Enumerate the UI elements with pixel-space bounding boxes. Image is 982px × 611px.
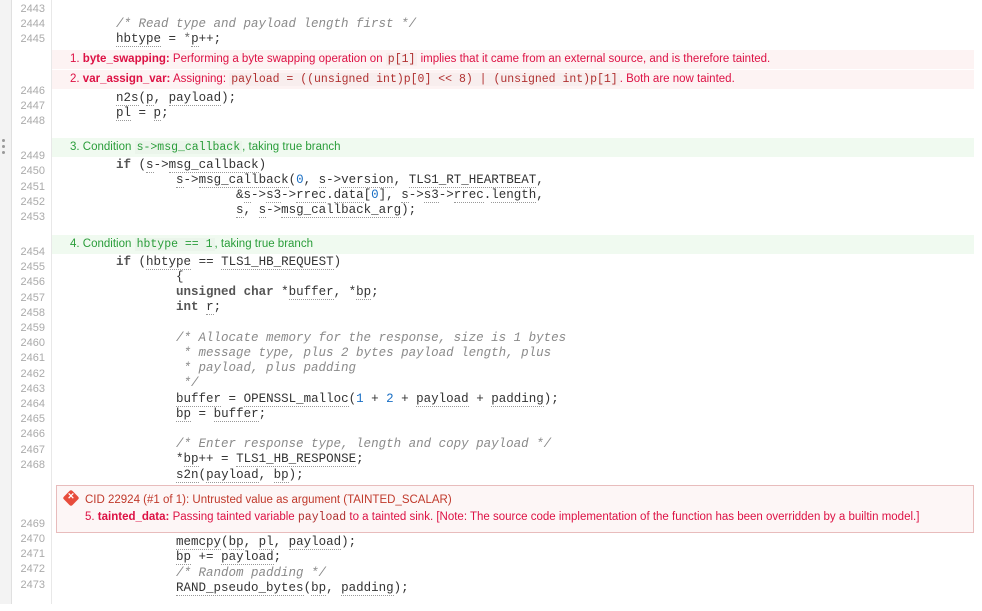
line-number[interactable]: 2444 [12,17,51,32]
annotation-group: 1. byte_swapping: Performing a byte swap… [52,50,974,89]
code-line[interactable]: memcpy(bp, pl, payload); [52,535,982,550]
code-line[interactable]: /* Allocate memory for the response, siz… [52,331,982,346]
annotation-tainted[interactable]: 2. var_assign_var: Assigning: payload = … [52,70,974,89]
code-line[interactable] [52,596,982,611]
code-line[interactable] [52,316,982,331]
line-number[interactable]: 2471 [12,547,51,562]
code-line[interactable] [52,121,982,136]
line-number[interactable]: 2445 [12,32,51,47]
annotation-tainted[interactable]: 1. byte_swapping: Performing a byte swap… [52,50,974,69]
line-number[interactable]: 2451 [12,180,51,195]
annotation-branch[interactable]: 4. Condition hbtype == 1, taking true br… [52,235,974,254]
line-number-column: 2443 2444 2445 2446 2447 2448 2449 2450 … [12,0,52,604]
line-number[interactable]: 2456 [12,275,51,290]
line-number[interactable]: 2466 [12,427,51,442]
code-line[interactable]: buffer = OPENSSL_malloc(1 + 2 + payload … [52,392,982,407]
line-number[interactable]: 2461 [12,351,51,366]
defect-icon [63,489,80,506]
line-number[interactable]: 2458 [12,306,51,321]
line-number[interactable]: 2465 [12,412,51,427]
code-line[interactable]: /* Read type and payload length first */… [52,17,982,32]
annotation-branch[interactable]: 3. Condition s->msg_callback, taking tru… [52,138,974,157]
line-number[interactable]: 2443 [12,2,51,17]
code-line[interactable] [52,422,982,437]
line-number[interactable]: 2453 [12,210,51,225]
line-number[interactable]: 2469 [12,517,51,532]
line-number[interactable]: 2460 [12,336,51,351]
code-viewer: 2443 2444 2445 2446 2447 2448 2449 2450 … [0,0,982,604]
line-number[interactable]: 2467 [12,443,51,458]
line-number[interactable]: 2447 [12,99,51,114]
code-line[interactable] [52,2,982,17]
line-number[interactable]: 2455 [12,260,51,275]
line-number[interactable]: 2448 [12,114,51,129]
line-number[interactable]: 2459 [12,321,51,336]
code-line[interactable]: int r; [52,300,982,315]
left-gutter [0,0,12,604]
code-line[interactable]: &s->s3->rrec.data[0], s->s3->rrec.length… [52,188,982,203]
code-line[interactable]: RAND_pseudo_bytes(bp, padding); [52,581,982,596]
line-number[interactable]: 2449 [12,149,51,164]
drag-handle-icon[interactable] [2,139,5,154]
code-line[interactable]: /* Random padding */ [52,566,982,581]
code-line[interactable]: *bp++ = TLS1_HB_RESPONSE; [52,452,982,467]
code-line[interactable]: bp += payload; [52,550,982,565]
code-line[interactable]: s, s->msg_callback_arg); [52,203,982,218]
code-line[interactable]: pl = p; [52,106,982,121]
code-line[interactable]: if (s->msg_callback) [52,158,982,173]
line-number[interactable]: 2457 [12,291,51,306]
code-line[interactable]: /* Enter response type, length and copy … [52,437,982,452]
line-number[interactable]: 2463 [12,382,51,397]
code-line[interactable]: bp = buffer; [52,407,982,422]
code-line[interactable]: unsigned char *buffer, *bp; [52,285,982,300]
line-number[interactable]: 2452 [12,195,51,210]
line-number[interactable]: 2454 [12,245,51,260]
defect-box[interactable]: CID 22924 (#1 of 1): Untrusted value as … [56,485,974,534]
code-line[interactable] [52,218,982,233]
code-line[interactable]: hbtype = *p++; [52,32,982,47]
code-line[interactable]: * payload, plus padding [52,361,982,376]
line-number[interactable]: 2473 [12,578,51,593]
code-line[interactable]: if (hbtype == TLS1_HB_REQUEST) [52,255,982,270]
code-line[interactable]: */ [52,376,982,391]
code-line[interactable]: s->msg_callback(0, s->version, TLS1_RT_H… [52,173,982,188]
code-line[interactable]: s2n(payload, bp); [52,468,982,483]
line-number[interactable]: 2450 [12,164,51,179]
line-number[interactable]: 2468 [12,458,51,473]
line-number[interactable]: 2470 [12,532,51,547]
code-line[interactable]: n2s(p, payload); [52,91,982,106]
code-line[interactable]: { [52,270,982,285]
code-column: /* Read type and payload length first */… [52,0,982,604]
defect-header: CID 22924 (#1 of 1): Untrusted value as … [85,492,965,509]
code-line[interactable]: * message type, plus 2 bytes payload len… [52,346,982,361]
line-number[interactable]: 2472 [12,562,51,577]
line-number[interactable]: 2462 [12,367,51,382]
line-number[interactable]: 2446 [12,84,51,99]
line-number[interactable]: 2464 [12,397,51,412]
